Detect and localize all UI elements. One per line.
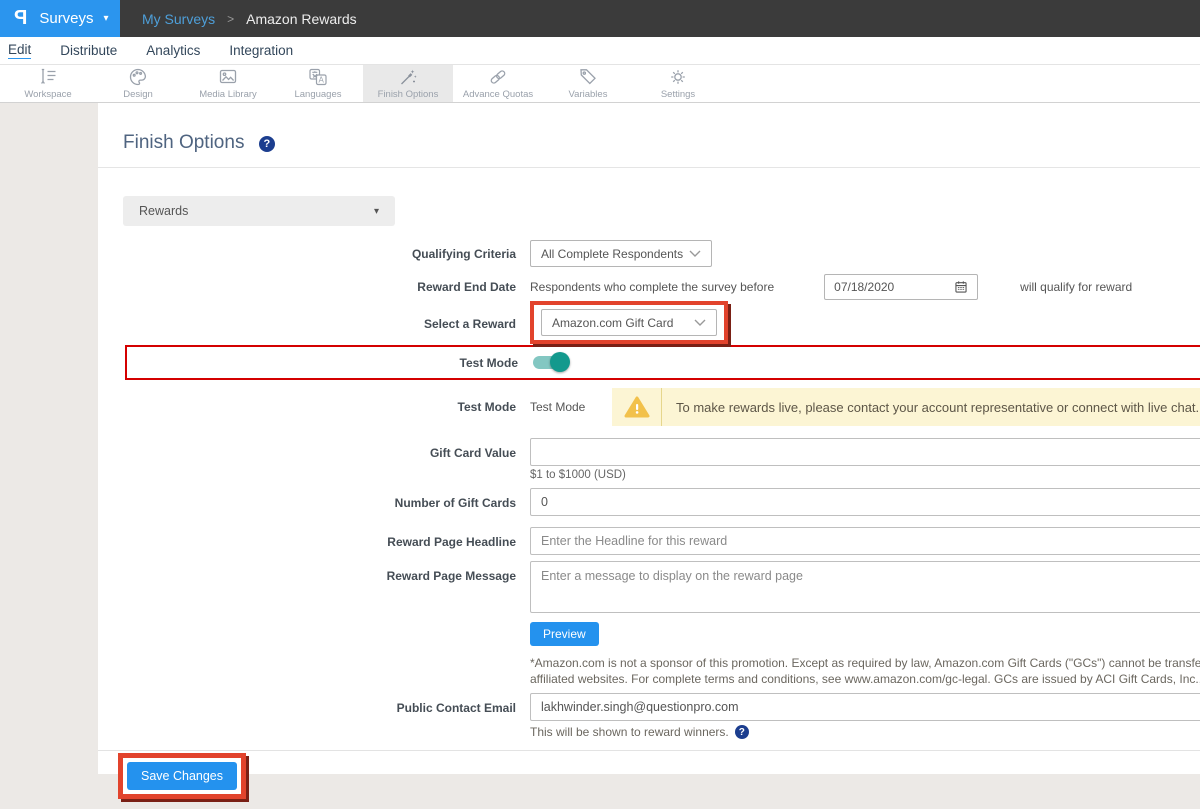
divider	[98, 750, 1200, 751]
toolbar-item-finish-options[interactable]: Finish Options	[363, 65, 453, 102]
warning-triangle-icon	[624, 395, 650, 419]
gift-card-value-label: Gift Card Value	[98, 438, 530, 466]
rewards-dropdown-value: Rewards	[139, 204, 188, 218]
breadcrumb-separator: >	[227, 12, 234, 26]
number-of-gift-cards-input[interactable]	[530, 488, 1200, 516]
test-mode-row: Test Mode	[125, 345, 1200, 380]
reward-page-headline-label: Reward Page Headline	[98, 527, 530, 555]
select-reward-select[interactable]: Amazon.com Gift Card	[541, 309, 717, 336]
page-title-block: Finish Options ?	[98, 103, 1200, 168]
gift-card-value-input[interactable]	[530, 438, 1200, 466]
save-changes-button[interactable]: Save Changes	[127, 762, 237, 790]
reward-page-headline-row: Reward Page Headline	[98, 527, 1200, 555]
email-hint-text: This will be shown to reward winners.	[530, 725, 729, 739]
breadcrumb-current: Amazon Rewards	[246, 11, 357, 27]
calendar-icon	[954, 280, 968, 294]
app-window: P Surveys ▾ My Surveys > Amazon Rewards …	[0, 0, 1200, 809]
page-title: Finish Options	[123, 132, 244, 153]
qualifying-criteria-row: Qualifying Criteria All Complete Respond…	[98, 240, 1200, 267]
test-mode-info-label: Test Mode	[98, 388, 530, 426]
test-mode-toggle[interactable]	[533, 356, 567, 369]
gift-card-value-hint: $1 to $1000 (USD)	[530, 469, 1200, 481]
end-date-prefix-text: Respondents who complete the survey befo…	[530, 280, 774, 294]
select-reward-row: Select a Reward Amazon.com Gift Card	[98, 301, 1200, 344]
languages-icon: A	[307, 67, 329, 87]
tab-analytics[interactable]: Analytics	[146, 43, 200, 58]
breadcrumb: My Surveys > Amazon Rewards	[120, 0, 1200, 37]
svg-text:A: A	[319, 76, 325, 85]
toolbar-item-variables[interactable]: Variables	[543, 65, 633, 102]
toolbar-item-settings[interactable]: Settings	[633, 65, 723, 102]
product-name: Surveys	[39, 10, 93, 27]
reward-end-date-label: Reward End Date	[98, 280, 530, 294]
qualifying-criteria-value: All Complete Respondents	[541, 247, 683, 261]
reward-page-headline-input[interactable]	[530, 527, 1200, 555]
gift-card-value-row: Gift Card Value	[98, 438, 1200, 466]
red-highlight-box-save: Save Changes	[118, 753, 246, 799]
end-date-suffix-text: will qualify for reward	[1020, 280, 1132, 294]
warning-text: To make rewards live, please contact you…	[662, 388, 1200, 426]
test-mode-info-row: Test Mode Test Mode To make rewards live…	[98, 388, 1200, 426]
reward-end-date-row: Reward End Date Respondents who complete…	[98, 274, 1200, 300]
top-bar: P Surveys ▾ My Surveys > Amazon Rewards	[0, 0, 1200, 37]
chevron-down-icon	[694, 319, 706, 326]
public-contact-email-input[interactable]	[530, 693, 1200, 721]
toolbar-item-advance-quotas[interactable]: Advance Quotas	[453, 65, 543, 102]
disclaimer-line-1: *Amazon.com is not a sponsor of this pro…	[530, 655, 1200, 671]
main-tabs: Edit Distribute Analytics Integration	[0, 37, 1200, 65]
reward-end-date-input[interactable]: 07/18/2020	[824, 274, 978, 300]
test-mode-label: Test Mode	[127, 356, 532, 370]
workspace-icon	[37, 67, 59, 87]
toolbar-item-media-library[interactable]: Media Library	[183, 65, 273, 102]
gear-icon	[667, 67, 689, 87]
tab-edit[interactable]: Edit	[8, 42, 31, 59]
help-icon[interactable]: ?	[259, 136, 275, 152]
toggle-knob	[550, 352, 570, 372]
select-reward-value: Amazon.com Gift Card	[552, 316, 673, 330]
qualifying-criteria-label: Qualifying Criteria	[98, 247, 530, 261]
preview-button[interactable]: Preview	[530, 622, 599, 646]
amazon-disclaimer: *Amazon.com is not a sponsor of this pro…	[530, 655, 1200, 687]
select-reward-label: Select a Reward	[98, 301, 530, 344]
number-of-gift-cards-row: Number of Gift Cards	[98, 488, 1200, 516]
page-body: Finish Options ? Rewards ▾ Qualifying Cr…	[0, 103, 1200, 774]
chevron-down-icon: ▾	[104, 13, 109, 24]
toolbar-item-design[interactable]: Design	[93, 65, 183, 102]
breadcrumb-my-surveys[interactable]: My Surveys	[142, 11, 215, 27]
tab-integration[interactable]: Integration	[229, 43, 293, 58]
reward-end-date-value: 07/18/2020	[834, 280, 894, 294]
test-mode-status-text: Test Mode	[530, 388, 612, 414]
rewards-section-dropdown[interactable]: Rewards ▾	[123, 196, 395, 226]
edit-toolbar: Workspace Design Media Library	[0, 65, 1200, 103]
public-contact-email-hint: This will be shown to reward winners. ?	[530, 725, 1200, 739]
caret-down-icon: ▾	[374, 206, 379, 217]
finish-options-panel: Finish Options ? Rewards ▾ Qualifying Cr…	[98, 103, 1200, 774]
help-icon[interactable]: ?	[735, 725, 749, 739]
number-of-gift-cards-label: Number of Gift Cards	[98, 488, 530, 516]
media-library-icon	[217, 67, 239, 87]
reward-page-message-row: Reward Page Message	[98, 561, 1200, 613]
qualifying-criteria-select[interactable]: All Complete Respondents	[530, 240, 712, 267]
public-contact-email-row: Public Contact Email	[98, 693, 1200, 721]
chevron-down-icon	[689, 250, 701, 257]
toolbar-item-languages[interactable]: A Languages	[273, 65, 363, 102]
reward-page-message-label: Reward Page Message	[98, 561, 530, 613]
surveys-menu-button[interactable]: P Surveys ▾	[0, 0, 120, 37]
magic-wand-icon	[397, 67, 419, 87]
public-contact-email-label: Public Contact Email	[98, 693, 530, 721]
chain-links-icon	[487, 67, 509, 87]
tag-icon	[577, 67, 599, 87]
tab-distribute[interactable]: Distribute	[60, 43, 117, 58]
red-highlight-box-select-reward: Amazon.com Gift Card	[530, 301, 728, 344]
palette-icon	[127, 67, 149, 87]
reward-page-message-textarea[interactable]	[530, 561, 1200, 613]
warning-icon-cell	[612, 388, 662, 426]
warning-banner: To make rewards live, please contact you…	[612, 388, 1200, 426]
questionpro-logo-icon: P	[14, 7, 27, 30]
disclaimer-line-2: affiliated websites. For complete terms …	[530, 671, 1200, 687]
toolbar-item-workspace[interactable]: Workspace	[3, 65, 93, 102]
